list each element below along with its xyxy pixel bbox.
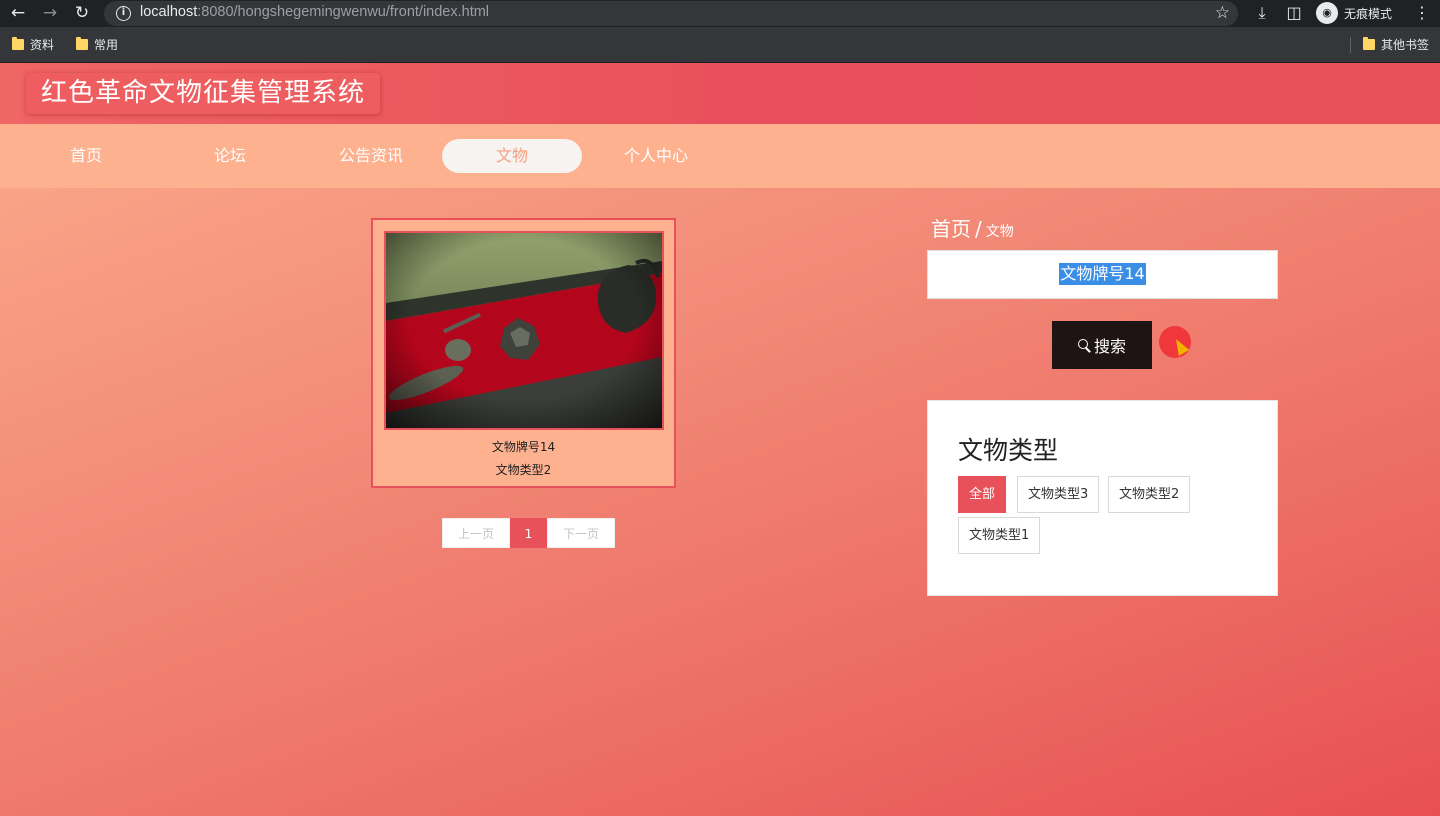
search-input[interactable]: 文物牌号14 xyxy=(927,250,1278,299)
relic-image[interactable] xyxy=(384,231,664,430)
bookmark-folder-changyong[interactable]: 常用 xyxy=(76,36,118,53)
folder-icon xyxy=(1363,37,1375,50)
relic-card[interactable]: 文物牌号14 文物类型2 xyxy=(371,218,676,488)
address-bar[interactable]: i localhost:8080/hongshegemingwenwu/fron… xyxy=(104,1,1238,26)
bookmark-star-icon[interactable]: ☆ xyxy=(1215,3,1230,23)
prev-page-button[interactable]: 上一页 xyxy=(442,518,510,548)
breadcrumb-separator: / xyxy=(975,217,982,241)
type-tag-1[interactable]: 文物类型1 xyxy=(958,517,1041,554)
nav-item-forum[interactable]: 论坛 xyxy=(160,139,300,173)
back-icon[interactable]: ← xyxy=(7,2,29,24)
type-panel-title: 文物类型 xyxy=(958,436,1059,465)
side-panel-icon[interactable]: ◫ xyxy=(1283,2,1305,24)
reload-icon[interactable]: ↻ xyxy=(71,2,93,24)
site-title: 红色革命文物征集管理系统 xyxy=(40,78,365,108)
nav-item-profile[interactable]: 个人中心 xyxy=(586,139,726,173)
relic-name[interactable]: 文物牌号14 xyxy=(373,438,674,455)
page-body: 红色革命文物征集管理系统 首页 论坛 公告资讯 文物 个人中心 文物牌号14 文… xyxy=(0,63,1440,816)
folder-icon xyxy=(76,37,88,50)
bookmarks-bar: 资料 常用 其他书签 xyxy=(0,27,1440,63)
pagination: 上一页 1 下一页 xyxy=(442,518,615,548)
bookmark-folder-other[interactable]: 其他书签 xyxy=(1363,36,1429,53)
type-tag-all[interactable]: 全部 xyxy=(958,476,1007,513)
bookmark-folder-ziliao[interactable]: 资料 xyxy=(12,36,54,53)
next-page-button[interactable]: 下一页 xyxy=(547,518,615,548)
search-icon xyxy=(1077,338,1091,352)
search-input-value: 文物牌号14 xyxy=(1059,263,1146,285)
forward-icon[interactable]: → xyxy=(39,2,61,24)
type-tag-3[interactable]: 文物类型3 xyxy=(1017,476,1100,513)
search-button[interactable]: 搜索 xyxy=(1052,321,1152,369)
relic-type: 文物类型2 xyxy=(495,463,552,477)
site-logo[interactable]: 红色革命文物征集管理系统 xyxy=(26,73,380,114)
incognito-label: 无痕模式 xyxy=(1344,6,1393,21)
incognito-icon: ◉ xyxy=(1316,2,1338,24)
url-text[interactable]: localhost:8080/hongshegemingwenwu/front/… xyxy=(140,4,489,20)
menu-dots-icon[interactable]: ⋮ xyxy=(1411,2,1433,24)
browser-toolbar: ← → ↻ i localhost:8080/hongshegemingwenw… xyxy=(0,0,1440,27)
nav-item-news[interactable]: 公告资讯 xyxy=(301,139,441,173)
site-header: 红色革命文物征集管理系统 xyxy=(0,63,1440,124)
folder-icon xyxy=(12,37,24,50)
bookmarks-divider xyxy=(1350,37,1351,53)
page-number-button[interactable]: 1 xyxy=(510,518,547,548)
breadcrumb-home[interactable]: 首页 xyxy=(931,217,971,241)
download-icon[interactable]: ⤓ xyxy=(1251,2,1273,24)
breadcrumb: 首页 / 文物 xyxy=(931,213,1014,242)
search-button-label: 搜索 xyxy=(1093,337,1126,356)
incognito-indicator[interactable]: ◉ 无痕模式 xyxy=(1312,1,1402,25)
main-nav: 首页 论坛 公告资讯 文物 个人中心 xyxy=(0,124,1440,188)
type-tag-2[interactable]: 文物类型2 xyxy=(1108,476,1191,513)
relic-type-panel: 文物类型 全部 文物类型3 文物类型2 文物类型1 xyxy=(927,400,1278,596)
breadcrumb-current: 文物 xyxy=(985,224,1014,240)
info-icon[interactable]: i xyxy=(116,6,131,21)
nav-item-home[interactable]: 首页 xyxy=(16,139,156,173)
nav-item-relics[interactable]: 文物 xyxy=(442,139,582,173)
